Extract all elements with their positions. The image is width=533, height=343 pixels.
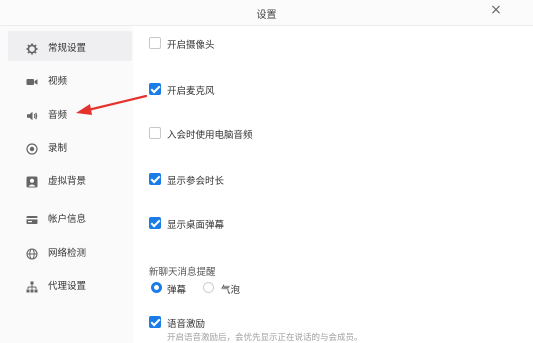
speaker-icon — [26, 107, 38, 121]
checkbox-show-desktop-danmaku[interactable] — [149, 217, 161, 229]
sidebar-item-label: 音频 — [48, 110, 68, 121]
sidebar-item-network-check[interactable]: 网络检测 — [8, 236, 132, 266]
record-icon — [26, 140, 38, 155]
sidebar-item-label: 代理设置 — [48, 281, 87, 292]
option-label: 开启摄像头 — [167, 40, 215, 51]
proxy-network-icon — [26, 278, 38, 293]
sidebar-item-recording[interactable]: 录制 — [8, 131, 132, 161]
sidebar-item-audio[interactable]: 音频 — [8, 98, 132, 128]
sidebar-item-label: 常规设置 — [48, 43, 87, 54]
option-label: 显示参会时长 — [167, 176, 225, 187]
account-card-icon — [26, 211, 38, 224]
close-icon[interactable]: × — [487, 2, 505, 18]
sidebar-item-label: 虚拟背景 — [48, 176, 87, 187]
checkbox-voice-activation[interactable] — [149, 316, 161, 328]
radio-label[interactable]: 气泡 — [221, 282, 240, 296]
window-title: 设置 — [256, 10, 277, 21]
checkbox-enable-microphone[interactable] — [149, 83, 161, 95]
radio-bubble[interactable] — [203, 282, 214, 293]
option-label: 开启麦克风 — [167, 86, 215, 97]
checkbox-computer-audio-on-join[interactable] — [149, 127, 161, 139]
checkbox-enable-camera[interactable] — [149, 37, 161, 49]
checkbox-show-meeting-duration[interactable] — [149, 173, 161, 185]
radio-label[interactable]: 弹幕 — [167, 282, 186, 296]
option-label: 入会时使用电脑音频 — [167, 130, 253, 141]
option-label: 显示桌面弹幕 — [167, 220, 225, 231]
sidebar: 常规设置 视频 音频 录制 虚拟背景 帐户信息 网络检测 代理设置 — [0, 26, 133, 343]
sidebar-item-account[interactable]: 帐户信息 — [8, 202, 132, 232]
video-camera-icon — [26, 73, 38, 85]
sidebar-item-general[interactable]: 常规设置 — [8, 31, 132, 61]
sidebar-item-label: 网络检测 — [48, 248, 87, 259]
sidebar-item-label: 录制 — [48, 143, 68, 154]
sidebar-item-virtual-background[interactable]: 虚拟背景 — [8, 164, 132, 194]
voice-activation-hint: 开启语音激励后，会优先显示正在说话的与会成员。 — [167, 333, 363, 343]
sidebar-item-label: 帐户信息 — [48, 214, 87, 225]
globe-icon — [26, 245, 38, 260]
title-bar: 设置 × — [0, 0, 533, 26]
virtual-background-icon — [26, 173, 38, 188]
option-label: 语音激励 — [167, 319, 206, 330]
chat-notice-title: 新聊天消息提醒 — [149, 267, 216, 278]
sidebar-item-proxy[interactable]: 代理设置 — [8, 269, 132, 299]
sidebar-item-label: 视频 — [48, 76, 68, 87]
gear-icon — [26, 40, 38, 55]
settings-panel: 开启摄像头 开启麦克风 入会时使用电脑音频 显示参会时长 显示桌面弹幕 新聊天消… — [133, 26, 533, 343]
radio-danmaku[interactable] — [151, 282, 162, 293]
sidebar-item-video[interactable]: 视频 — [8, 64, 132, 94]
